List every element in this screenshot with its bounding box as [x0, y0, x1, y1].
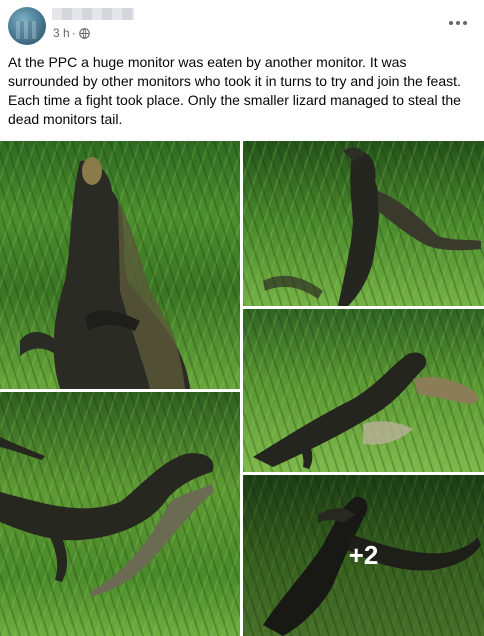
post-text: At the PPC a huge monitor was eaten by a…: [8, 54, 461, 127]
meta-separator: ·: [71, 26, 76, 40]
post-meta: 3 h ·: [53, 26, 90, 40]
photo-5[interactable]: +2: [243, 475, 484, 636]
monitor-lizard-image: [263, 147, 481, 306]
more-options-button[interactable]: [446, 14, 470, 32]
more-horizontal-icon: [449, 21, 453, 25]
monitor-lizard-image: [0, 437, 214, 597]
globe-icon: [78, 27, 90, 39]
monitor-lizard-image: [20, 157, 190, 389]
author-avatar[interactable]: [8, 7, 46, 45]
photo-3[interactable]: [243, 141, 484, 306]
monitor-lizard-image: [253, 352, 479, 469]
author-name-redacted[interactable]: [52, 8, 134, 20]
post-timestamp[interactable]: 3 h: [53, 26, 70, 40]
more-photos-count: +2: [348, 540, 379, 570]
photo-4[interactable]: [243, 309, 484, 472]
photo-1[interactable]: [0, 141, 240, 389]
post-header: 3 h ·: [0, 0, 484, 50]
feed-post: 3 h · At the PPC a huge monitor was eate…: [0, 0, 484, 636]
more-photos-overlay[interactable]: +2: [243, 475, 484, 636]
photo-2[interactable]: [0, 392, 240, 636]
